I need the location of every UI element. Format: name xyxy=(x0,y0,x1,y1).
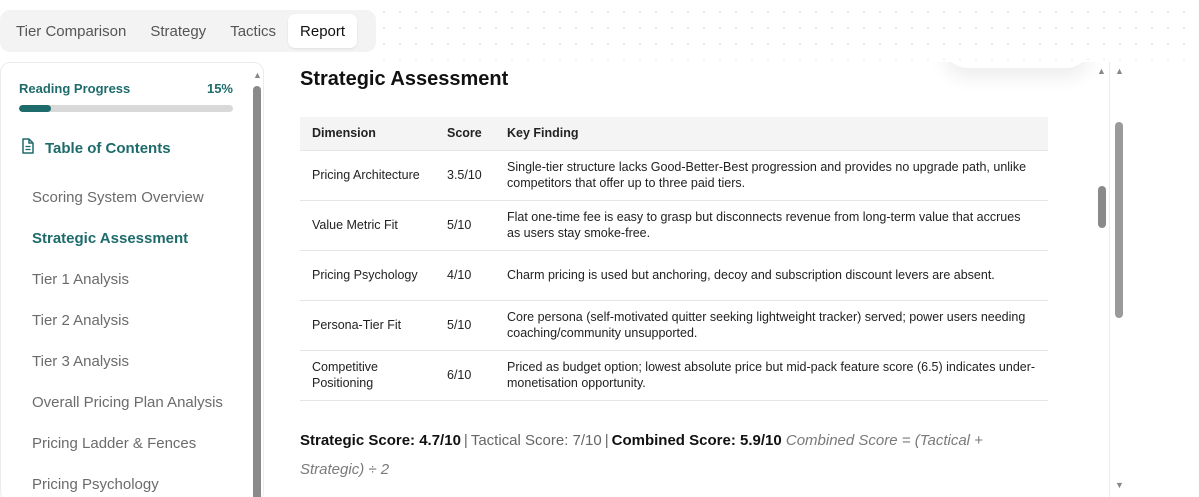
tab-strategy[interactable]: Strategy xyxy=(138,14,218,48)
separator: | xyxy=(604,432,609,449)
scrollbar-divider xyxy=(1109,62,1110,497)
scroll-up-icon[interactable]: ▲ xyxy=(253,70,262,80)
table-header-row: Dimension Score Key Finding xyxy=(300,117,1048,150)
sidebar: Reading Progress 15% Table of Contents S… xyxy=(0,62,264,497)
cell-dimension: Value Metric Fit xyxy=(300,199,435,250)
tab-tier-comparison[interactable]: Tier Comparison xyxy=(4,14,138,48)
document-icon xyxy=(21,138,35,158)
strategic-score: Strategic Score: 4.7/10 xyxy=(300,432,461,449)
inner-scroll-thumb[interactable] xyxy=(1098,186,1106,228)
scroll-up-icon[interactable]: ▲ xyxy=(1097,66,1106,76)
toc-item-tier-1-analysis[interactable]: Tier 1 Analysis xyxy=(32,259,247,300)
tab-report[interactable]: Report xyxy=(288,14,358,48)
cell-finding: Charm pricing is used but anchoring, dec… xyxy=(495,249,1048,300)
table-row: Competitive Positioning 6/10 Priced as b… xyxy=(300,349,1048,401)
tab-bar: Tier Comparison Strategy Tactics Report xyxy=(0,10,376,52)
reading-progress-bar xyxy=(19,105,233,112)
table-row: Pricing Psychology 4/10 Charm pricing is… xyxy=(300,249,1048,300)
table-row: Value Metric Fit 5/10 Flat one-time fee … xyxy=(300,199,1048,250)
main-scrollbar[interactable]: ▲ ▲ ▼ xyxy=(1095,62,1127,497)
reading-progress-value: 15% xyxy=(206,81,233,96)
table-row: Persona-Tier Fit 5/10 Core persona (self… xyxy=(300,299,1048,350)
assessment-table: Dimension Score Key Finding Pricing Arch… xyxy=(300,117,1048,401)
table-row: Pricing Architecture 3.5/10 Single-tier … xyxy=(300,149,1048,200)
cell-score: 3.5/10 xyxy=(435,149,495,200)
main-scroll-thumb[interactable] xyxy=(1115,122,1123,318)
cell-finding: Single-tier structure lacks Good-Better-… xyxy=(495,149,1048,200)
cell-score: 5/10 xyxy=(435,199,495,250)
tactical-score: Tactical Score: 7/10 xyxy=(470,432,602,449)
cell-dimension: Pricing Psychology xyxy=(300,249,435,300)
reading-progress-header: Reading Progress 15% xyxy=(19,81,233,96)
cell-dimension: Persona-Tier Fit xyxy=(300,299,435,350)
column-header-score: Score xyxy=(435,117,495,150)
cell-score: 5/10 xyxy=(435,299,495,350)
toc-item-overall-pricing-plan-analysis[interactable]: Overall Pricing Plan Analysis xyxy=(32,382,247,423)
cell-finding: Priced as budget option; lowest absolute… xyxy=(495,349,1048,401)
toc-item-strategic-assessment[interactable]: Strategic Assessment xyxy=(32,218,247,259)
toc-title: Table of Contents xyxy=(45,139,171,157)
toc-header: Table of Contents xyxy=(21,138,171,158)
reading-progress-label: Reading Progress xyxy=(19,81,131,96)
combined-score: Combined Score: 5.9/10 xyxy=(611,432,782,449)
toc-list: Scoring System Overview Strategic Assess… xyxy=(32,177,247,497)
dotted-background xyxy=(370,0,1199,60)
cell-dimension: Competitive Positioning xyxy=(300,349,435,401)
cell-finding: Flat one-time fee is easy to grasp but d… xyxy=(495,199,1048,250)
reading-progress-fill xyxy=(19,105,52,112)
main-content: Strategic Assessment Dimension Score Key… xyxy=(282,62,1102,497)
cell-score: 4/10 xyxy=(435,249,495,300)
report-page: Tier Comparison Strategy Tactics Report … xyxy=(0,0,1199,497)
cell-finding: Core persona (self-motivated quitter see… xyxy=(495,299,1048,350)
scroll-down-icon[interactable]: ▼ xyxy=(1115,480,1124,490)
score-summary: Strategic Score: 4.7/10 | Tactical Score: … xyxy=(300,426,1020,484)
toc-item-pricing-psychology[interactable]: Pricing Psychology xyxy=(32,464,247,497)
toc-item-tier-2-analysis[interactable]: Tier 2 Analysis xyxy=(32,300,247,341)
toc-item-scoring-system-overview[interactable]: Scoring System Overview xyxy=(32,177,247,218)
column-header-key-finding: Key Finding xyxy=(495,117,1048,150)
tab-tactics[interactable]: Tactics xyxy=(218,14,288,48)
column-header-dimension: Dimension xyxy=(300,117,435,150)
toc-item-tier-3-analysis[interactable]: Tier 3 Analysis xyxy=(32,341,247,382)
scroll-up-icon[interactable]: ▲ xyxy=(1115,66,1124,76)
sidebar-scroll-thumb[interactable] xyxy=(253,86,261,497)
toc-item-pricing-ladder-fences[interactable]: Pricing Ladder & Fences xyxy=(32,423,247,464)
floating-shadow xyxy=(942,62,1092,68)
cell-dimension: Pricing Architecture xyxy=(300,149,435,200)
section-title: Strategic Assessment xyxy=(300,68,509,90)
separator: | xyxy=(463,432,468,449)
sidebar-scrollbar[interactable]: ▲ xyxy=(251,68,263,497)
cell-score: 6/10 xyxy=(435,349,495,401)
